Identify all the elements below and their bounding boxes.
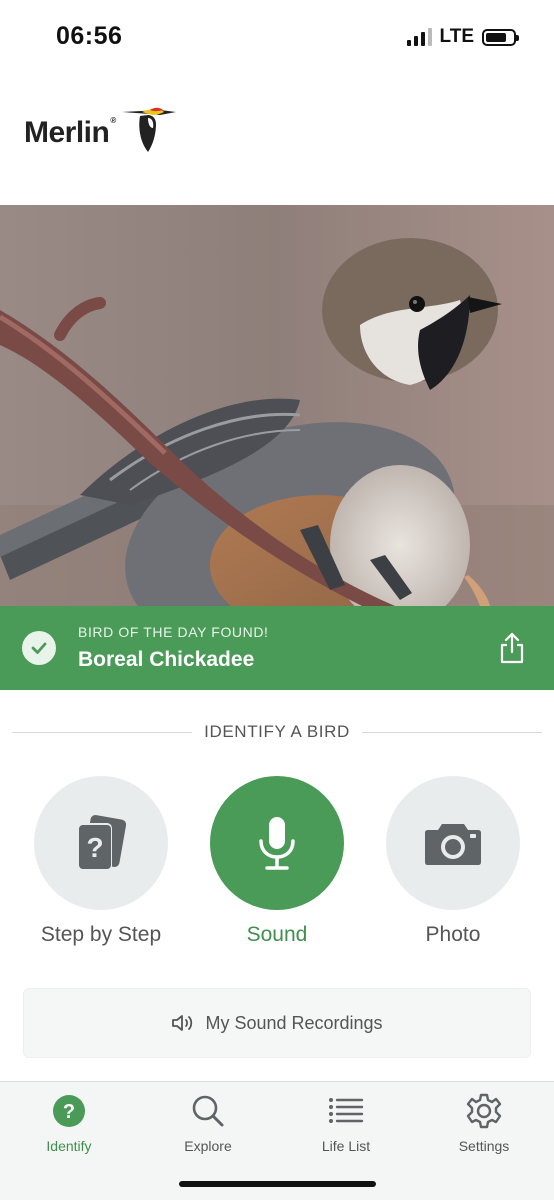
photo-label: Photo (425, 923, 481, 946)
my-sound-recordings-label: My Sound Recordings (205, 1012, 383, 1033)
identify-icon: ? (53, 1095, 85, 1127)
gear-icon (466, 1093, 502, 1129)
tab-identify-label: Identify (46, 1138, 92, 1154)
svg-text:?: ? (63, 1101, 75, 1123)
status-bar: 06:56 LTE (0, 0, 554, 76)
share-icon[interactable] (498, 632, 526, 664)
network-type: LTE (439, 26, 474, 47)
list-icon (329, 1098, 364, 1123)
step-by-step-label: Step by Step (40, 923, 162, 946)
question-cards-icon: ? (76, 815, 127, 871)
sound-label: Sound (246, 923, 308, 946)
battery-icon (482, 28, 519, 46)
tab-life-list-label: Life List (321, 1138, 371, 1154)
my-sound-recordings-button[interactable]: My Sound Recordings (23, 988, 531, 1058)
speaker-icon (172, 1015, 193, 1031)
divider (12, 731, 193, 733)
bird-of-day-photo (0, 205, 554, 606)
status-indicators: LTE (406, 26, 519, 48)
status-time: 06:56 (56, 22, 123, 50)
photo-button[interactable]: Photo (386, 776, 520, 947)
step-by-step-circle[interactable]: ? (34, 776, 168, 910)
svg-text:?: ? (86, 832, 103, 863)
identify-heading-label: IDENTIFY A BIRD (204, 722, 350, 741)
photo-circle[interactable] (386, 776, 520, 910)
step-by-step-button[interactable]: ? Step by Step (34, 776, 168, 947)
search-icon (192, 1095, 224, 1127)
merlin-logo: Merlin® (24, 107, 178, 156)
microphone-icon (259, 817, 295, 870)
signal-strength-icon (406, 28, 432, 46)
tab-settings[interactable]: Settings (424, 1093, 544, 1154)
sound-button[interactable]: Sound (210, 776, 344, 947)
tab-settings-label: Settings (458, 1138, 510, 1154)
home-indicator[interactable] (179, 1181, 376, 1187)
tab-identify[interactable]: ? Identify (9, 1094, 129, 1154)
logo-wordmark: Merlin® (24, 116, 116, 149)
identify-heading: IDENTIFY A BIRD (12, 722, 543, 742)
camera-icon (425, 824, 481, 865)
tab-explore[interactable]: Explore (148, 1094, 268, 1154)
merlin-home-screen: 06:56 LTE Merlin® BIRD OF THE DAY FOUND!… (0, 0, 554, 1200)
sound-circle[interactable] (210, 776, 344, 910)
bird-of-day-banner[interactable]: BIRD OF THE DAY FOUND! Boreal Chickadee (0, 606, 554, 690)
divider (361, 731, 543, 733)
woodpecker-logo-icon (121, 107, 176, 152)
tab-explore-label: Explore (184, 1138, 232, 1154)
tab-life-list[interactable]: Life List (286, 1094, 406, 1154)
bird-of-day-species: Boreal Chickadee (78, 648, 255, 671)
check-icon (22, 631, 56, 665)
bird-of-day-label: BIRD OF THE DAY FOUND! (78, 624, 269, 640)
